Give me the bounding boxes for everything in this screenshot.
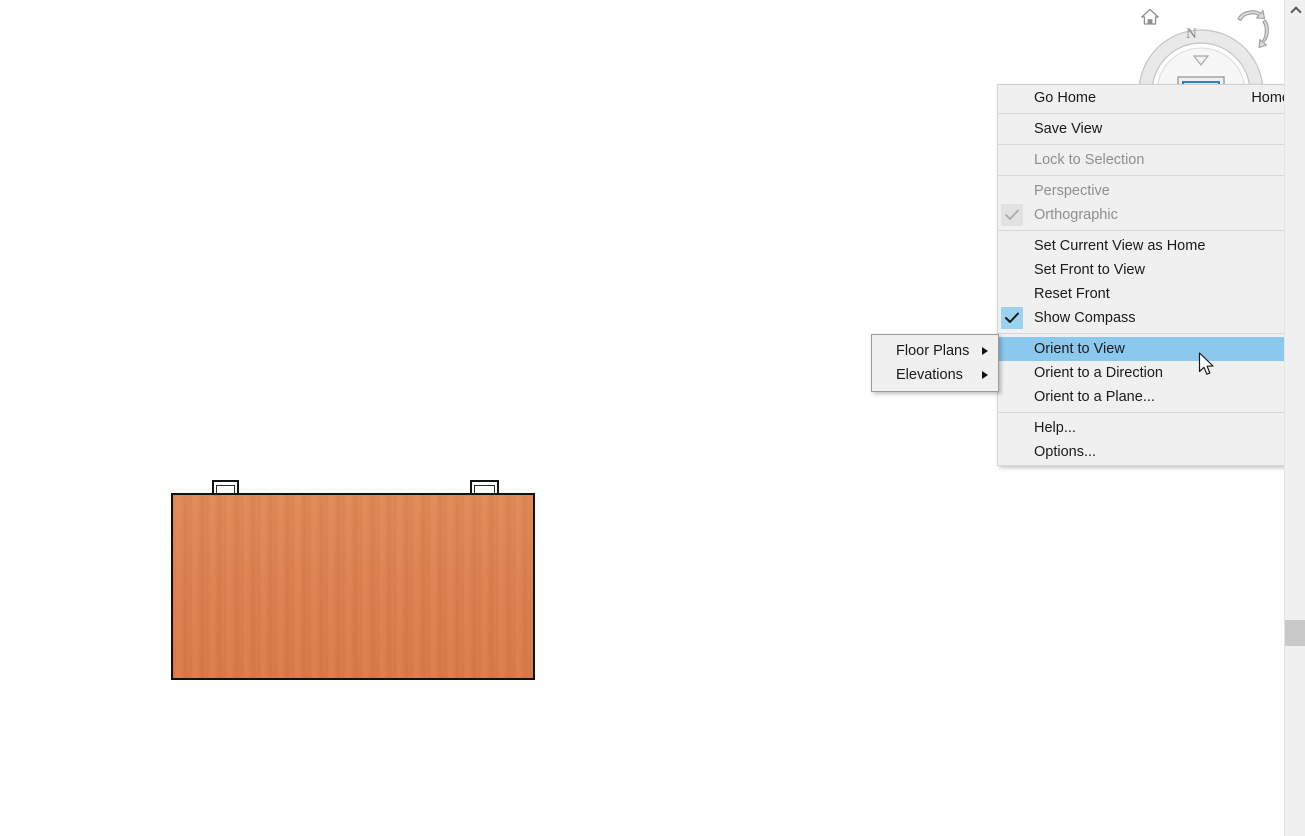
triangle-right-icon: [982, 347, 988, 355]
menu-item-label: Lock to Selection: [1034, 151, 1145, 168]
menu-item-label: Set Current View as Home: [1034, 237, 1206, 254]
menu-item-label: Orient to a Direction: [1034, 364, 1163, 381]
menu-separator: [998, 412, 1304, 413]
triangle-right-icon: [982, 371, 988, 379]
scrollbar-up-button[interactable]: [1285, 0, 1305, 20]
menu-item-options[interactable]: Options...: [998, 440, 1304, 464]
compass-north-label: N: [1186, 26, 1197, 42]
orient-to-view-submenu[interactable]: Floor Plans Elevations: [871, 334, 999, 392]
menu-separator: [998, 230, 1304, 231]
application-window: N Go Home Home Save View Lock to Selecti…: [0, 0, 1305, 836]
chevron-up-icon: [1291, 6, 1300, 15]
menu-item-set-current-view-as-home[interactable]: Set Current View as Home: [998, 234, 1304, 258]
menu-item-label: Options...: [1034, 443, 1097, 460]
menu-item-help[interactable]: Help...: [998, 416, 1304, 440]
viewcube-widget[interactable]: N: [1126, 0, 1276, 108]
model-window-right[interactable]: [470, 480, 499, 494]
menu-item-perspective: Perspective: [998, 179, 1304, 203]
menu-item-label: Go Home: [1034, 89, 1097, 106]
menu-item-label: Reset Front: [1034, 285, 1110, 302]
menu-item-orient-to-a-direction[interactable]: Orient to a Direction: [998, 361, 1304, 385]
menu-item-orient-to-view[interactable]: Orient to View: [998, 337, 1304, 361]
menu-item-label: Orthographic: [1034, 206, 1118, 223]
submenu-item-elevations[interactable]: Elevations: [872, 363, 998, 387]
viewcube-context-menu[interactable]: Go Home Home Save View Lock to Selection…: [997, 84, 1305, 466]
menu-item-set-front-to-view[interactable]: Set Front to View: [998, 258, 1304, 282]
submenu-item-label: Floor Plans: [896, 343, 970, 359]
menu-item-label: Set Front to View: [1034, 261, 1145, 278]
menu-item-orient-to-a-plane[interactable]: Orient to a Plane...: [998, 385, 1304, 409]
menu-item-go-home[interactable]: Go Home Home: [998, 86, 1304, 110]
checkmark-icon: [1001, 204, 1023, 226]
model-wall-face[interactable]: [171, 493, 535, 680]
menu-item-label: Orient to a Plane...: [1034, 388, 1155, 405]
menu-item-reset-front[interactable]: Reset Front: [998, 282, 1304, 306]
menu-separator: [998, 175, 1304, 176]
menu-item-orthographic: Orthographic: [998, 203, 1304, 227]
vertical-scrollbar[interactable]: [1284, 0, 1305, 836]
menu-separator: [998, 144, 1304, 145]
menu-separator: [998, 333, 1304, 334]
model-window-left[interactable]: [212, 480, 239, 494]
menu-item-show-compass[interactable]: Show Compass: [998, 306, 1304, 330]
menu-item-lock-to-selection: Lock to Selection: [998, 148, 1304, 172]
compass-ring-icon[interactable]: [1137, 20, 1265, 108]
menu-item-label: Help...: [1034, 419, 1076, 436]
menu-item-save-view[interactable]: Save View: [998, 117, 1304, 141]
checkmark-icon: [1001, 307, 1023, 329]
scrollbar-thumb[interactable]: [1285, 620, 1305, 646]
menu-separator: [998, 113, 1304, 114]
menu-item-label: Show Compass: [1034, 309, 1136, 326]
submenu-item-label: Elevations: [896, 367, 963, 383]
menu-item-label: Perspective: [1034, 182, 1110, 199]
menu-item-label: Save View: [1034, 120, 1103, 137]
submenu-item-floor-plans[interactable]: Floor Plans: [872, 339, 998, 363]
menu-item-label: Orient to View: [1034, 340, 1125, 357]
